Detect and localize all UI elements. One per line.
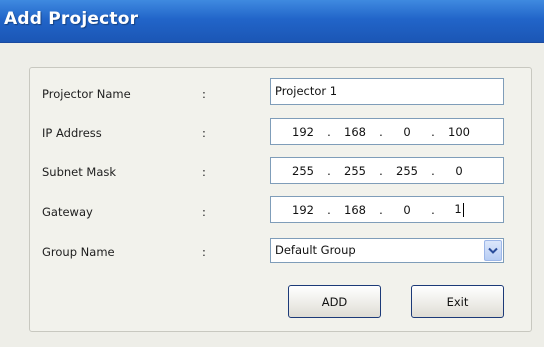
ip-octet-2[interactable]: 168 (337, 125, 373, 139)
ip-separator: . (379, 202, 383, 217)
ip-separator: . (327, 163, 331, 178)
gateway-octet-1[interactable]: 192 (285, 203, 321, 217)
ip-address-colon: : (202, 126, 206, 140)
window-title: Add Projector (4, 9, 139, 29)
subnet-octet-4[interactable]: 0 (441, 164, 477, 178)
gateway-field[interactable]: 192 . 168 . 0 . 1 (270, 196, 504, 223)
title-bar[interactable]: Add Projector (0, 0, 544, 43)
gateway-label: Gateway (42, 205, 93, 219)
ip-separator: . (431, 163, 435, 178)
gateway-octet-4-value: 1 (454, 202, 462, 217)
gateway-colon: : (202, 205, 206, 219)
dropdown-button[interactable] (484, 240, 502, 261)
ip-octet-3[interactable]: 0 (389, 125, 425, 139)
ip-separator: . (431, 202, 435, 217)
ip-separator: . (327, 202, 331, 217)
subnet-mask-label: Subnet Mask (42, 165, 117, 179)
group-name-selected: Default Group (275, 243, 356, 257)
projector-name-value: Projector 1 (275, 84, 338, 98)
projector-name-label: Projector Name (42, 87, 131, 101)
add-projector-dialog: Add Projector Projector Name : Projector… (0, 0, 544, 347)
subnet-octet-1[interactable]: 255 (285, 164, 321, 178)
ip-separator: . (327, 124, 331, 139)
subnet-mask-field[interactable]: 255 . 255 . 255 . 0 (270, 157, 504, 184)
ip-separator: . (379, 163, 383, 178)
chevron-down-icon (488, 247, 498, 254)
projector-name-colon: : (202, 87, 206, 101)
projector-name-input[interactable]: Projector 1 (270, 78, 504, 105)
subnet-octet-3[interactable]: 255 (389, 164, 425, 178)
group-name-colon: : (202, 245, 206, 259)
subnet-octet-2[interactable]: 255 (337, 164, 373, 178)
exit-button[interactable]: Exit (411, 285, 504, 318)
gateway-octet-3[interactable]: 0 (389, 203, 425, 217)
ip-separator: . (379, 124, 383, 139)
ip-address-field[interactable]: 192 . 168 . 0 . 100 (270, 118, 504, 145)
add-button[interactable]: ADD (288, 285, 381, 318)
subnet-mask-colon: : (202, 165, 206, 179)
ip-octet-4[interactable]: 100 (441, 125, 477, 139)
group-name-label: Group Name (42, 245, 115, 259)
gateway-octet-4[interactable]: 1 (441, 202, 477, 217)
ip-address-label: IP Address (42, 126, 102, 140)
ip-octet-1[interactable]: 192 (285, 125, 321, 139)
ip-separator: . (431, 124, 435, 139)
text-cursor (462, 202, 464, 217)
group-name-select[interactable]: Default Group (270, 238, 504, 263)
gateway-octet-2[interactable]: 168 (337, 203, 373, 217)
